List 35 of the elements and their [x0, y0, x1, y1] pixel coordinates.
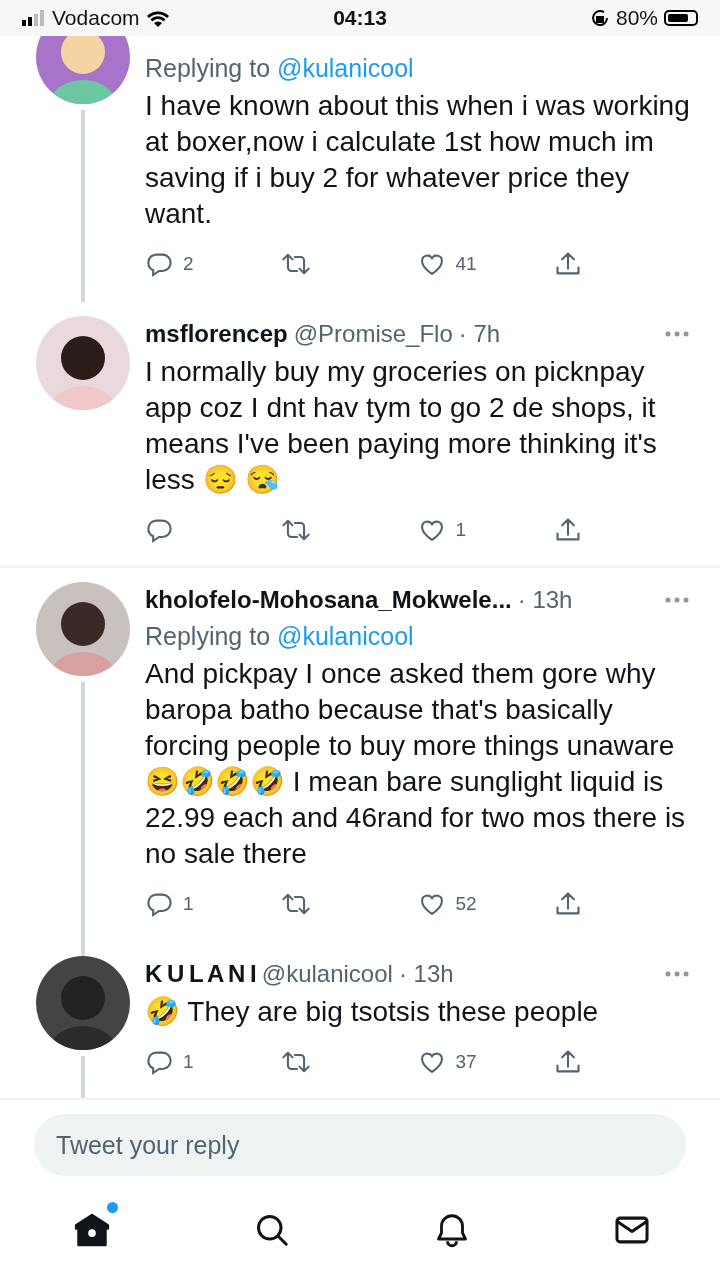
reply-count: 1: [183, 893, 194, 915]
replying-label: Replying to: [145, 622, 272, 650]
tweet-time: · 13h: [398, 959, 454, 989]
tweet-text: I normally buy my groceries on picknpay app coz I dnt hav tym to go 2 de shops, it means I've been paying more thinking it's less 😔 😪: [145, 355, 658, 497]
wifi-icon: [145, 9, 170, 27]
tweet-time: · 7h: [458, 319, 501, 349]
like-count: 37: [455, 1051, 477, 1073]
reply-field[interactable]: Tweet your reply: [34, 1114, 686, 1176]
clock-time: 04:13: [333, 6, 387, 30]
like-count: 52: [455, 893, 477, 915]
rotation-lock-icon: [589, 8, 610, 28]
more-icon[interactable]: [664, 970, 690, 978]
signal-icon: [22, 10, 46, 26]
tweet-text: I have known about this when i was working at boxer,now i calculate 1st how much im saving if i buy 2 for whatever price they want.: [145, 89, 690, 231]
like-count: 1: [455, 519, 467, 541]
display-name[interactable]: K U L A N I: [145, 956, 256, 992]
more-icon[interactable]: [664, 330, 690, 338]
battery-icon: [664, 10, 698, 26]
bell-icon[interactable]: [434, 1212, 470, 1248]
display-name[interactable]: msflorencep: [145, 316, 288, 352]
home-icon[interactable]: [73, 1211, 111, 1249]
replying-label: Replying to: [145, 54, 272, 82]
reply-count: 2: [183, 253, 194, 275]
display-name[interactable]: kholofelo-Mohosana_Mokwele...: [145, 582, 512, 618]
more-icon[interactable]: [664, 596, 690, 604]
tweet-text: And pickpay I once asked them gore why baropa batho because that's basically forcing people to buy more things unaware 😆🤣🤣🤣 I mean bare sunglight liquid is 22.99 each and 46rand for two mos there is no sale there: [145, 657, 687, 871]
tweet-time: · 13h: [517, 585, 573, 615]
reply-count: 1: [183, 1051, 194, 1073]
user-handle: @Promise_Flo: [293, 319, 453, 349]
tweet-text: 🤣 They are big tsotsis these people: [145, 995, 600, 1029]
like-count: 41: [455, 253, 477, 275]
search-icon[interactable]: [254, 1212, 290, 1248]
battery-percent: 80%: [615, 6, 658, 30]
user-handle: @kulanicool: [261, 959, 393, 989]
carrier-name: Vodacom: [52, 6, 140, 30]
